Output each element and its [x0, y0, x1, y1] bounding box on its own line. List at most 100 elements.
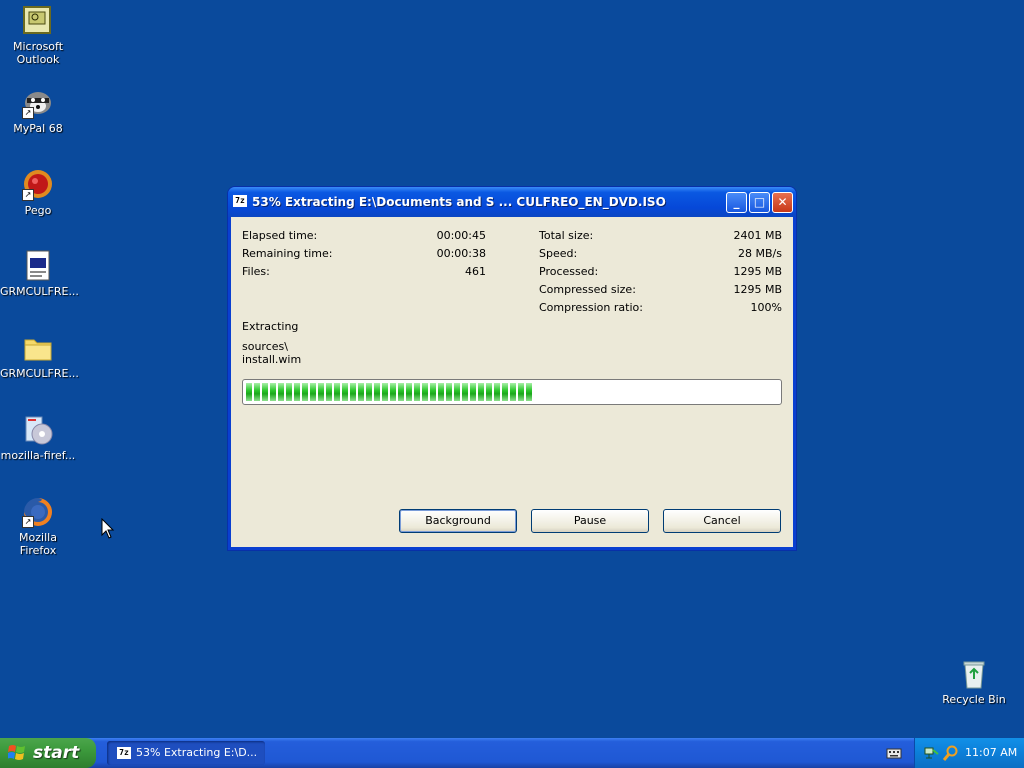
close-icon: ✕: [777, 195, 788, 209]
progress-segment: [262, 383, 268, 401]
remaining-time-value: 00:00:38: [436, 247, 486, 260]
folder-icon: [22, 332, 54, 364]
desktop-icon-pego[interactable]: ↗ Pego: [0, 169, 76, 217]
desktop-icon-mypal[interactable]: ↗ MyPal 68: [0, 87, 76, 135]
desktop-icon-label: Microsoft Outlook: [12, 40, 64, 66]
close-button[interactable]: ✕: [772, 192, 793, 213]
compressed-size-label: Compressed size:: [539, 283, 636, 296]
maximize-button[interactable]: □: [749, 192, 770, 213]
progress-segment: [510, 383, 516, 401]
progress-segment: [286, 383, 292, 401]
progress-segment: [358, 383, 364, 401]
desktop-icon-firefox[interactable]: ↗ Mozilla Firefox: [0, 496, 76, 557]
recycle-bin-icon: [958, 658, 990, 690]
progress-bar: [242, 379, 782, 405]
desktop-icon-label: MyPal 68: [13, 122, 63, 135]
files-label: Files:: [242, 265, 270, 278]
total-size-label: Total size:: [539, 229, 594, 242]
start-button[interactable]: start: [0, 738, 96, 768]
maximize-icon: □: [753, 195, 766, 209]
progress-segment: [398, 383, 404, 401]
progress-fill: [246, 383, 538, 401]
keyboard-icon[interactable]: [886, 746, 902, 760]
progress-segment: [342, 383, 348, 401]
task-label: 53% Extracting E:\D...: [136, 746, 258, 759]
pause-button[interactable]: Pause: [531, 509, 649, 533]
7zip-task-icon: 7z: [117, 747, 131, 759]
progress-segment: [246, 383, 252, 401]
7zip-app-icon: 7z: [233, 195, 247, 207]
current-file: install.wim: [242, 353, 302, 366]
minimize-button[interactable]: _: [726, 192, 747, 213]
progress-segment: [318, 383, 324, 401]
cancel-button[interactable]: Cancel: [663, 509, 781, 533]
desktop-icon-outlook[interactable]: Microsoft Outlook: [0, 5, 76, 66]
compression-ratio-label: Compression ratio:: [539, 301, 643, 314]
progress-segment: [422, 383, 428, 401]
files-value: 461: [465, 265, 486, 278]
progress-segment: [454, 383, 460, 401]
desktop-icon-mozilla-installer[interactable]: mozilla-firef...: [0, 414, 76, 462]
progress-segment: [462, 383, 468, 401]
status-label: Extracting: [242, 320, 299, 333]
desktop-icon-label: GRMCULFRE...: [0, 285, 79, 298]
compressed-size-value: 1295 MB: [733, 283, 782, 296]
compression-ratio-value: 100%: [750, 301, 782, 314]
progress-segment: [334, 383, 340, 401]
background-button[interactable]: Background: [399, 509, 517, 533]
progress-segment: [294, 383, 300, 401]
speed-value: 28 MB/s: [738, 247, 782, 260]
processed-value: 1295 MB: [733, 265, 782, 278]
progress-segment: [494, 383, 500, 401]
windows-flag-icon: [8, 745, 25, 760]
progress-segment: [278, 383, 284, 401]
desktop-icon-label: Mozilla Firefox: [19, 531, 57, 557]
processed-label: Processed:: [539, 265, 599, 278]
search-icon[interactable]: [943, 745, 959, 761]
desktop-icon-label: mozilla-firef...: [0, 449, 76, 462]
shortcut-arrow-icon: ↗: [22, 189, 34, 201]
progress-segment: [406, 383, 412, 401]
dialog-body: Elapsed time: 00:00:45 Remaining time: 0…: [231, 217, 793, 547]
taskbar: start 7z 53% Extracting E:\D... 11:07 AM: [0, 738, 1024, 768]
progress-segment: [502, 383, 508, 401]
network-icon[interactable]: [923, 745, 939, 761]
current-path: sources\: [242, 340, 288, 353]
progress-segment: [390, 383, 396, 401]
desktop-icon-label: Recycle Bin: [942, 693, 1006, 706]
progress-segment: [374, 383, 380, 401]
minimize-icon: _: [733, 195, 740, 209]
desktop-icon-label: GRMCULFRE...: [0, 367, 79, 380]
shortcut-arrow-icon: ↗: [22, 107, 34, 119]
remaining-time-label: Remaining time:: [242, 247, 333, 260]
progress-segment: [486, 383, 492, 401]
shortcut-arrow-icon: ↗: [22, 516, 34, 528]
progress-segment: [310, 383, 316, 401]
progress-segment: [302, 383, 308, 401]
taskbar-task-7zip[interactable]: 7z 53% Extracting E:\D...: [107, 741, 265, 765]
desktop-icon-recycle-bin[interactable]: Recycle Bin: [936, 658, 1012, 706]
start-label: start: [33, 743, 80, 763]
title-bar[interactable]: 7z 53% Extracting E:\Documents and S ...…: [228, 187, 796, 217]
progress-segment: [270, 383, 276, 401]
desktop-icon-grmculfre-folder[interactable]: GRMCULFRE...: [0, 332, 79, 380]
clock[interactable]: 11:07 AM: [965, 738, 1017, 768]
elapsed-time-value: 00:00:45: [436, 229, 486, 242]
progress-segment: [366, 383, 372, 401]
speed-label: Speed:: [539, 247, 578, 260]
window-title: 53% Extracting E:\Documents and S ... CU…: [252, 195, 666, 209]
progress-segment: [430, 383, 436, 401]
total-size-value: 2401 MB: [733, 229, 782, 242]
desktop-icon-grmculfre-file[interactable]: GRMCULFRE...: [0, 250, 79, 298]
progress-segment: [438, 383, 444, 401]
progress-segment: [446, 383, 452, 401]
progress-segment: [254, 383, 260, 401]
firefox-icon: ↗: [22, 496, 54, 528]
progress-segment: [326, 383, 332, 401]
mouse-cursor-icon: [101, 518, 115, 539]
progress-segment: [350, 383, 356, 401]
progress-segment: [478, 383, 484, 401]
outlook-icon: [22, 5, 54, 37]
progress-segment: [414, 383, 420, 401]
progress-segment: [382, 383, 388, 401]
